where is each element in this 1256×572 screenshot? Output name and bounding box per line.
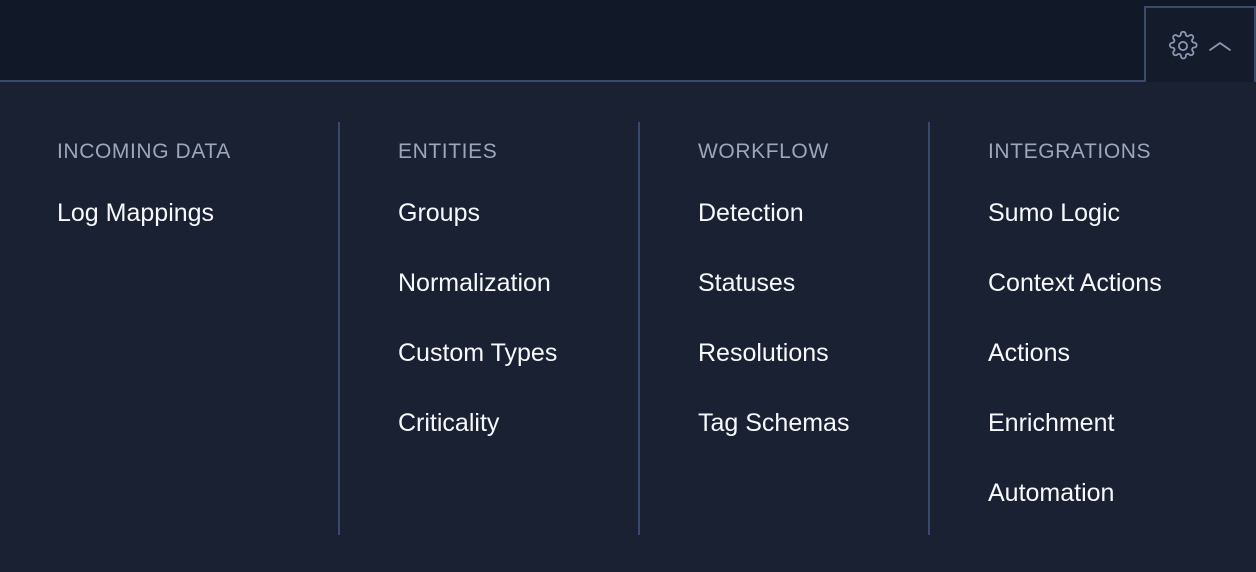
- menu-item-resolutions[interactable]: Resolutions: [698, 338, 829, 368]
- settings-mega-menu-screen: INCOMING DATA Log Mappings ENTITIES Grou…: [0, 0, 1256, 572]
- menu-item-detection[interactable]: Detection: [698, 198, 804, 228]
- settings-dropdown-panel: INCOMING DATA Log Mappings ENTITIES Grou…: [0, 82, 1256, 572]
- menu-column-incoming-data: INCOMING DATA Log Mappings: [0, 82, 338, 572]
- menu-item-tag-schemas[interactable]: Tag Schemas: [698, 408, 849, 438]
- menu-item-enrichment[interactable]: Enrichment: [988, 408, 1114, 438]
- menu-item-groups[interactable]: Groups: [398, 198, 480, 228]
- top-header-bar: [0, 0, 1256, 82]
- menu-item-context-actions[interactable]: Context Actions: [988, 268, 1162, 298]
- menu-item-normalization[interactable]: Normalization: [398, 268, 551, 298]
- menu-item-automation[interactable]: Automation: [988, 478, 1114, 508]
- menu-column-integrations: INTEGRATIONS Sumo Logic Context Actions …: [928, 82, 1256, 572]
- gear-icon: [1168, 30, 1198, 61]
- column-title-incoming-data: INCOMING DATA: [57, 140, 231, 163]
- column-divider-3: [928, 122, 930, 535]
- menu-item-sumo-logic[interactable]: Sumo Logic: [988, 198, 1120, 228]
- menu-item-custom-types[interactable]: Custom Types: [398, 338, 557, 368]
- column-title-integrations: INTEGRATIONS: [988, 140, 1152, 163]
- menu-column-workflow: WORKFLOW Detection Statuses Resolutions …: [638, 82, 928, 572]
- column-title-workflow: WORKFLOW: [698, 140, 829, 163]
- menu-item-statuses[interactable]: Statuses: [698, 268, 795, 298]
- menu-columns-container: INCOMING DATA Log Mappings ENTITIES Grou…: [0, 82, 1256, 572]
- column-title-entities: ENTITIES: [398, 140, 498, 163]
- menu-item-log-mappings[interactable]: Log Mappings: [57, 198, 214, 228]
- menu-list-entities: Groups Normalization Custom Types Critic…: [398, 198, 638, 438]
- column-divider-2: [638, 122, 640, 535]
- menu-column-entities: ENTITIES Groups Normalization Custom Typ…: [338, 82, 638, 572]
- settings-menu-toggle-button[interactable]: [1144, 6, 1256, 82]
- column-divider-1: [338, 122, 340, 535]
- menu-item-criticality[interactable]: Criticality: [398, 408, 499, 438]
- menu-list-workflow: Detection Statuses Resolutions Tag Schem…: [698, 198, 928, 438]
- chevron-up-icon: [1207, 39, 1233, 55]
- menu-list-integrations: Sumo Logic Context Actions Actions Enric…: [988, 198, 1256, 508]
- menu-list-incoming-data: Log Mappings: [57, 198, 338, 228]
- menu-item-actions[interactable]: Actions: [988, 338, 1070, 368]
